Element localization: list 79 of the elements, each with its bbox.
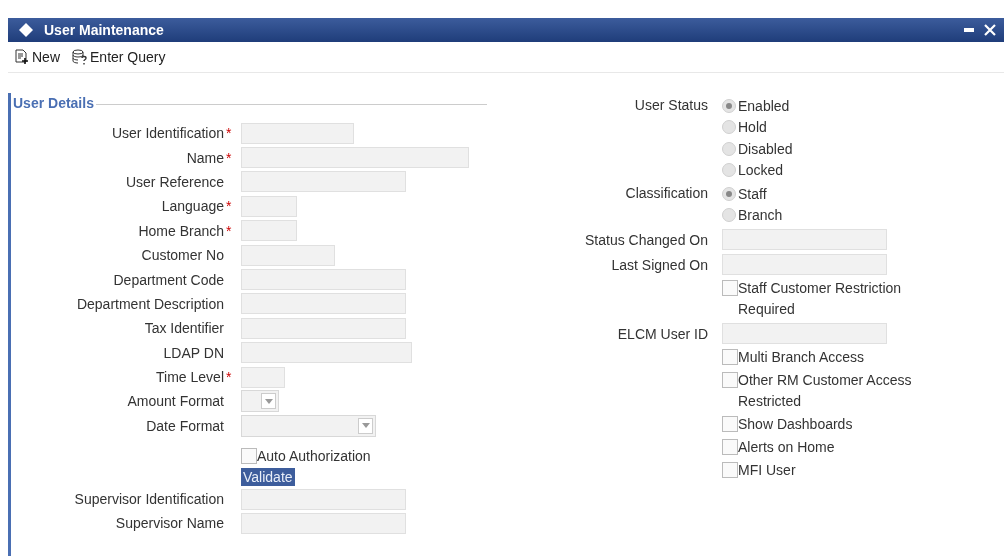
field-label: Language	[160, 198, 225, 215]
radio-button[interactable]	[722, 98, 736, 113]
radio-button[interactable]	[722, 120, 736, 135]
field-label: Department Description	[75, 295, 225, 312]
minimize-icon[interactable]	[964, 28, 974, 32]
checkbox-label: Multi Branch Access	[738, 348, 866, 367]
field-label: Customer No	[140, 247, 225, 264]
field-label: Department Code	[112, 271, 225, 288]
checkbox[interactable]	[722, 349, 738, 365]
radio-label: Hold	[738, 119, 767, 136]
text-field[interactable]	[722, 229, 887, 250]
text-field[interactable]	[241, 269, 406, 291]
radio-label: Staff	[738, 185, 767, 202]
field-label: Supervisor Identification	[73, 491, 225, 508]
toolbar-query-button[interactable]: Enter Query	[70, 49, 168, 65]
field-label: Time Level	[155, 369, 225, 386]
text-field[interactable]	[241, 342, 412, 364]
toolbar-new-button[interactable]: New	[12, 49, 62, 65]
text-field[interactable]	[722, 254, 887, 275]
radio-button[interactable]	[722, 186, 736, 201]
checkbox[interactable]	[722, 439, 738, 455]
required-asterisk: *	[226, 149, 233, 166]
checkbox[interactable]	[722, 416, 738, 432]
text-field[interactable]	[241, 244, 335, 266]
field-label: Name	[185, 149, 225, 166]
checkbox[interactable]	[722, 372, 738, 388]
required-asterisk: *	[226, 222, 233, 239]
checkbox-label: Show Dashboards	[738, 415, 854, 434]
field-label: User Status	[633, 96, 709, 115]
validate-button[interactable]: Validate	[241, 467, 295, 486]
required-asterisk: *	[226, 198, 233, 215]
window-title: User Maintenance	[44, 22, 164, 38]
text-field[interactable]	[241, 171, 406, 193]
diamond-icon	[18, 22, 34, 38]
required-asterisk: *	[226, 369, 233, 386]
field-label: ELCM User ID	[616, 325, 709, 342]
field-label: Date Format	[145, 417, 225, 434]
field-label: LDAP DN	[162, 344, 225, 361]
checkbox-label: Alerts on Home	[738, 438, 836, 457]
close-icon[interactable]	[984, 24, 996, 36]
checkbox-label: Other RM Customer Access Restricted	[738, 371, 913, 411]
checkbox[interactable]	[722, 462, 738, 478]
text-field[interactable]	[241, 293, 406, 315]
field-label: Tax Identifier	[143, 320, 225, 337]
text-field[interactable]	[241, 147, 469, 169]
checkbox[interactable]	[241, 447, 257, 464]
field-label: User Reference	[124, 173, 225, 190]
field-label: Last Signed On	[610, 256, 709, 273]
database-question-icon	[72, 49, 88, 65]
text-field[interactable]	[241, 195, 297, 217]
text-field[interactable]	[241, 220, 297, 242]
radio-label: Branch	[738, 207, 783, 224]
radio-label: Enabled	[738, 97, 790, 114]
text-field[interactable]	[241, 317, 406, 339]
checkbox[interactable]	[722, 280, 738, 296]
radio-label: Locked	[738, 162, 784, 179]
field-label: User Identification	[110, 125, 225, 142]
text-field[interactable]	[241, 122, 354, 144]
required-asterisk: *	[226, 125, 233, 142]
radio-button[interactable]	[722, 208, 736, 223]
document-plus-icon	[14, 49, 30, 65]
checkbox-label: Auto Authorization	[257, 446, 372, 466]
field-label: Amount Format	[126, 393, 225, 410]
text-field[interactable]	[241, 512, 406, 534]
radio-label: Disabled	[738, 140, 793, 157]
text-field[interactable]	[722, 323, 887, 344]
checkbox-label: MFI User	[738, 461, 797, 480]
field-label: Status Changed On	[584, 231, 709, 248]
field-label: Supervisor Name	[114, 515, 225, 532]
text-field[interactable]	[241, 366, 285, 388]
field-label: Classification	[624, 184, 709, 203]
radio-button[interactable]	[722, 163, 736, 178]
text-field[interactable]	[241, 488, 406, 510]
radio-button[interactable]	[722, 141, 736, 156]
section-title: User Details	[12, 95, 94, 111]
field-label: Home Branch	[137, 222, 225, 239]
checkbox-label: Staff Customer Restriction Required	[738, 279, 903, 319]
dropdown[interactable]	[241, 390, 279, 413]
dropdown[interactable]	[241, 414, 376, 437]
